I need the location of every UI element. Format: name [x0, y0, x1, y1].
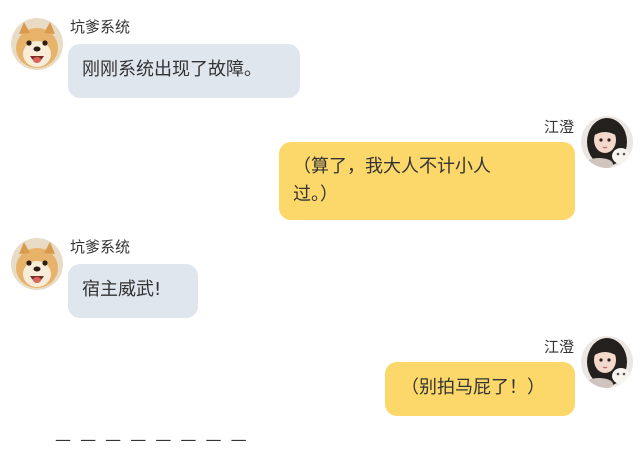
message-row: 江澄 （算了，我大人不计小人 过。） — [0, 114, 640, 224]
message-bubble[interactable]: 宿主威武! — [68, 264, 198, 318]
message-text-line: （算了，我大人不计小人 — [293, 156, 491, 177]
message-text: 刚刚系统出现了故障。 — [82, 59, 262, 80]
sender-name: 江澄 — [543, 338, 574, 356]
message-bubble[interactable]: （别拍马屁了！） — [385, 362, 575, 416]
message-row: 江澄 （别拍马屁了！） — [0, 334, 640, 420]
message-bubble[interactable]: （算了，我大人不计小人 过。） — [279, 142, 575, 220]
girl-portrait-avatar[interactable] — [581, 116, 633, 168]
message-text-line: 过。） — [293, 184, 338, 205]
girl-portrait-avatar[interactable] — [581, 336, 633, 388]
scene-break-dashes: — — — — — — — — — [55, 430, 249, 449]
message-text: 宿主威武! — [82, 279, 162, 300]
message-text: （别拍马屁了！） — [401, 377, 545, 398]
message-bubble[interactable]: 刚刚系统出现了故障。 — [68, 44, 300, 98]
message-row: 坑爹系统 宿主威武! — [0, 236, 640, 322]
sender-name: 坑爹系统 — [70, 238, 131, 256]
sender-name: 坑爹系统 — [70, 18, 131, 36]
sender-name: 江澄 — [543, 118, 574, 136]
shiba-dog-avatar[interactable] — [11, 238, 63, 290]
message-row: 坑爹系统 刚刚系统出现了故障。 — [0, 16, 640, 100]
shiba-dog-avatar[interactable] — [11, 18, 63, 70]
